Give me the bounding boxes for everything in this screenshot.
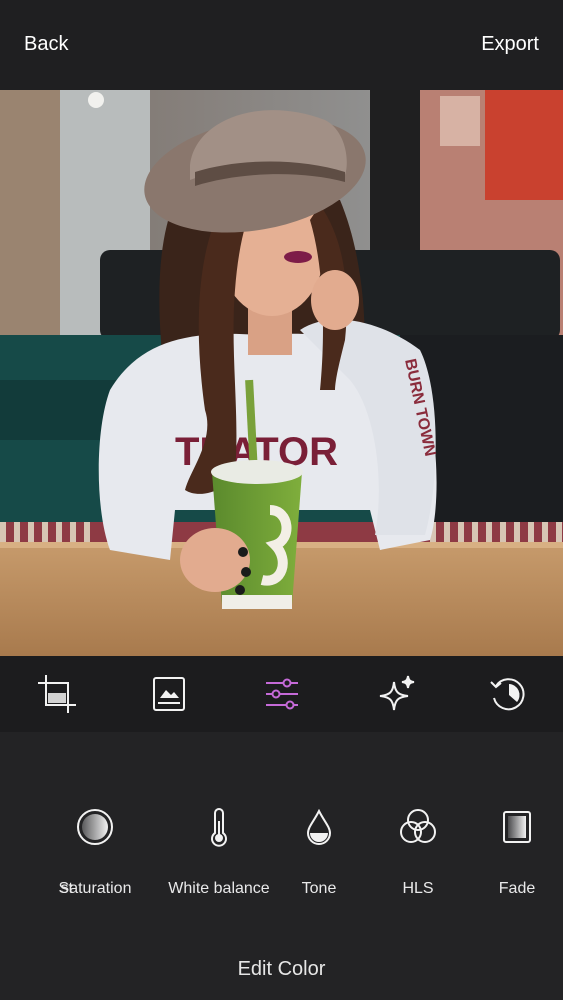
- fade-icon: [452, 802, 563, 852]
- back-button[interactable]: Back: [24, 33, 68, 56]
- top-bar: Back Export: [0, 0, 563, 90]
- adjust-item-fade[interactable]: Fade: [452, 802, 563, 898]
- panel-title: Edit Color: [237, 958, 326, 980]
- crop-icon[interactable]: [35, 672, 79, 716]
- adjust-panel: st Saturation White balance Tone HLS Fad…: [0, 732, 563, 1000]
- sparkle-icon[interactable]: [374, 672, 418, 716]
- photo-image: TRATOR BURN TOWN: [0, 90, 563, 656]
- photo-canvas[interactable]: TRATOR BURN TOWN: [0, 90, 563, 656]
- saturation-icon: [30, 802, 160, 852]
- export-button[interactable]: Export: [481, 33, 539, 56]
- tool-bar: [0, 656, 563, 732]
- history-icon[interactable]: [486, 672, 530, 716]
- sliders-icon[interactable]: [260, 672, 304, 716]
- adjust-item-saturation[interactable]: Saturation: [30, 802, 160, 898]
- adjust-label: Saturation: [58, 880, 132, 897]
- image-frame-icon[interactable]: [147, 672, 191, 716]
- adjust-label: Fade: [498, 880, 536, 897]
